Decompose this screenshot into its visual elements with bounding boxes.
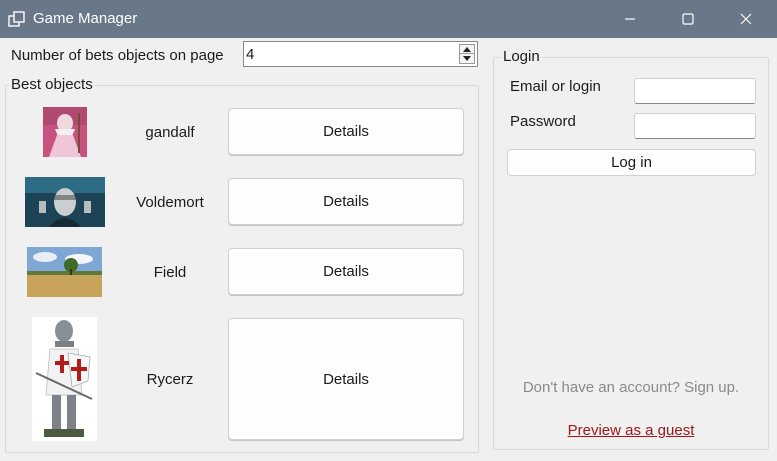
main-panel: Number of bets objects on page 4 Best ob… — [0, 38, 777, 461]
maximize-button[interactable] — [659, 0, 717, 38]
details-button-gandalf[interactable]: Details — [228, 108, 464, 155]
details-button-rycerz[interactable]: Details — [228, 318, 464, 440]
page-size-label: Number of bets objects on page — [11, 47, 224, 64]
signup-prompt[interactable]: Don't have an account? Sign up. — [493, 379, 769, 396]
title-bar: Game Manager — [0, 0, 777, 38]
details-button-field[interactable]: Details — [228, 248, 464, 295]
maximize-icon — [682, 13, 694, 25]
password-label: Password — [510, 113, 576, 130]
window-title: Game Manager — [33, 10, 138, 27]
page-size-numeric-input[interactable]: 4 — [243, 41, 478, 67]
minimize-button[interactable] — [601, 0, 659, 38]
object-name-gandalf: gandalf — [145, 124, 195, 141]
details-button-voldemort[interactable]: Details — [228, 178, 464, 225]
best-objects-title: Best objects — [9, 76, 95, 93]
object-name-voldemort: Voldemort — [136, 194, 204, 211]
object-name-rycerz: Rycerz — [146, 371, 194, 388]
minimize-icon — [624, 13, 636, 25]
log-in-button[interactable]: Log in — [507, 149, 756, 176]
up-arrow-icon — [463, 47, 471, 52]
down-arrow-icon — [463, 56, 471, 61]
email-label: Email or login — [510, 78, 601, 95]
login-title: Login — [501, 48, 542, 65]
knight-image — [32, 317, 97, 441]
object-name-field: Field — [153, 264, 187, 281]
close-button[interactable] — [717, 0, 775, 38]
decrement-button[interactable] — [459, 53, 475, 64]
field-image — [27, 247, 102, 297]
preview-as-guest-link[interactable]: Preview as a guest — [493, 422, 769, 439]
close-icon — [740, 13, 752, 25]
password-field[interactable] — [634, 113, 756, 139]
page-size-value: 4 — [246, 46, 255, 63]
gandalf-image — [43, 107, 87, 157]
app-window-icon — [8, 10, 26, 28]
email-field[interactable] — [634, 78, 756, 104]
voldemort-image — [25, 177, 105, 227]
